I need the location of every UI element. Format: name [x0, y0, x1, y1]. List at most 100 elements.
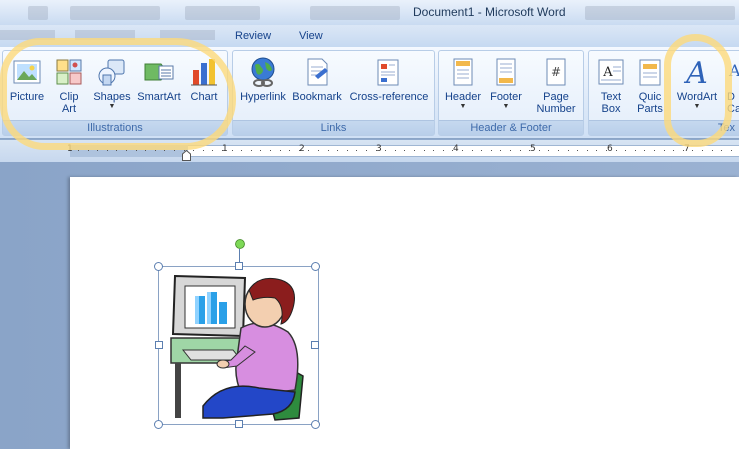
blurred-tab	[185, 6, 260, 20]
resize-handle-bottom-right[interactable]	[311, 420, 320, 429]
header-button[interactable]: Header ▼	[442, 54, 484, 122]
svg-text:A: A	[602, 65, 613, 80]
resize-handle-right[interactable]	[311, 341, 319, 349]
ruler-tick	[702, 150, 703, 151]
shapes-dropdown-icon[interactable]: ▼	[91, 103, 133, 111]
page-number-label: Page	[543, 91, 569, 103]
ruler-number: 1	[67, 144, 73, 154]
ruler-tick	[308, 150, 309, 151]
picture-button[interactable]: Picture	[7, 54, 47, 122]
ruler-tick	[510, 150, 511, 151]
ruler-number: 4	[453, 144, 459, 154]
quick-parts-label-2: Parts	[637, 103, 663, 115]
quick-parts-button[interactable]: Quic Parts	[633, 54, 667, 122]
rotate-handle-icon[interactable]	[235, 239, 245, 249]
ruler-tick	[606, 150, 607, 151]
clip-art-button[interactable]: Clip Art	[51, 54, 87, 122]
horizontal-ruler[interactable]: 1 1 2 3 4 5 6 7	[0, 140, 739, 162]
ruler-tick	[443, 150, 444, 151]
smartart-icon	[144, 63, 174, 81]
resize-handle-top-right[interactable]	[311, 262, 320, 271]
smartart-label: SmartArt	[137, 91, 181, 103]
text-box-button[interactable]: A Text Box	[591, 54, 631, 122]
hyperlink-icon	[251, 57, 275, 87]
chart-label: Chart	[190, 91, 218, 103]
ruler-tick	[481, 150, 482, 151]
ruler-tick	[404, 150, 405, 151]
drop-cap-label: D	[727, 91, 735, 103]
wordart-dropdown-icon[interactable]: ▼	[673, 103, 721, 111]
ruler-tick	[318, 150, 319, 151]
footer-icon	[496, 58, 516, 86]
header-label: Header	[444, 91, 482, 103]
ruler-tick	[558, 150, 559, 151]
resize-handle-top-left[interactable]	[154, 262, 163, 271]
page-number-icon: #	[546, 58, 566, 86]
footer-button[interactable]: Footer ▼	[485, 54, 527, 122]
ruler-tick	[126, 150, 127, 151]
ruler-tick	[164, 150, 165, 151]
drop-cap-button[interactable]: A D Ca	[727, 54, 739, 122]
picture-icon	[13, 60, 41, 84]
ruler-tick	[356, 150, 357, 151]
ruler-tick	[673, 150, 674, 151]
header-footer-group: Header ▼ Footer ▼ # Page Number Header &…	[438, 50, 584, 136]
tab-view[interactable]: View	[299, 30, 323, 42]
ruler-tick	[520, 150, 521, 151]
svg-text:A: A	[728, 61, 739, 80]
header-dropdown-icon[interactable]: ▼	[442, 103, 484, 111]
ruler-tick	[568, 150, 569, 151]
ruler-tick	[328, 150, 329, 151]
ruler-number: 6	[607, 144, 613, 154]
ruler-tick	[376, 150, 377, 151]
ruler-tick	[174, 150, 175, 151]
ruler-tick	[212, 150, 213, 151]
quick-access-toolbar	[28, 6, 48, 20]
ruler-tick	[289, 150, 290, 151]
ribbon: Picture Clip Art Shapes ▼ SmartArt Chart…	[0, 47, 739, 139]
hyperlink-button[interactable]: Hyperlink	[237, 54, 289, 122]
wordart-button[interactable]: A WordArt ▼	[673, 54, 721, 122]
ruler-tick	[395, 150, 396, 151]
hyperlink-label: Hyperlink	[240, 91, 286, 103]
text-box-label-2: Box	[601, 103, 621, 115]
resize-handle-top[interactable]	[235, 262, 243, 270]
resize-handle-bottom[interactable]	[235, 420, 243, 428]
header-footer-group-label: Header & Footer	[439, 120, 583, 135]
ruler-tick	[596, 150, 597, 151]
smartart-button[interactable]: SmartArt	[135, 54, 183, 122]
shapes-button[interactable]: Shapes ▼	[91, 54, 133, 122]
bookmark-label: Bookmark	[292, 91, 342, 103]
footer-dropdown-icon[interactable]: ▼	[485, 103, 527, 111]
quick-parts-label: Quic	[638, 91, 662, 103]
title-bar: Document1 - Microsoft Word	[0, 0, 739, 25]
ruler-tick	[712, 150, 713, 151]
woman-at-computer-clipart[interactable]	[163, 268, 315, 423]
ruler-tick	[548, 150, 549, 151]
ruler-tick	[692, 150, 693, 151]
ruler-tick	[616, 150, 617, 151]
ruler-tick	[683, 150, 684, 151]
bookmark-button[interactable]: Bookmark	[291, 54, 343, 122]
ruler-left-margin	[70, 145, 188, 157]
ruler-number: 7	[684, 144, 690, 154]
resize-handle-bottom-left[interactable]	[154, 420, 163, 429]
ruler-tick	[491, 150, 492, 151]
text-group: A Text Box Quic Parts A WordArt ▼ A D Ca…	[588, 50, 739, 136]
chart-button[interactable]: Chart	[185, 54, 223, 122]
ribbon-tabs: Review View	[0, 25, 739, 47]
illustrations-group: Picture Clip Art Shapes ▼ SmartArt Chart…	[2, 50, 228, 136]
header-icon	[453, 58, 473, 86]
ruler-tick	[145, 150, 146, 151]
blurred-tab	[160, 30, 215, 40]
ruler-tick	[222, 150, 223, 151]
indent-marker-icon[interactable]	[182, 150, 191, 161]
text-box-icon: A	[598, 59, 624, 85]
tab-review[interactable]: Review	[235, 30, 271, 42]
cross-reference-label: Cross-reference	[349, 91, 429, 103]
bookmark-icon	[307, 58, 328, 86]
cross-reference-button[interactable]: Cross-reference	[345, 54, 433, 122]
page-number-button[interactable]: # Page Number	[531, 54, 581, 122]
blurred-tab	[0, 30, 55, 40]
resize-handle-left[interactable]	[155, 341, 163, 349]
